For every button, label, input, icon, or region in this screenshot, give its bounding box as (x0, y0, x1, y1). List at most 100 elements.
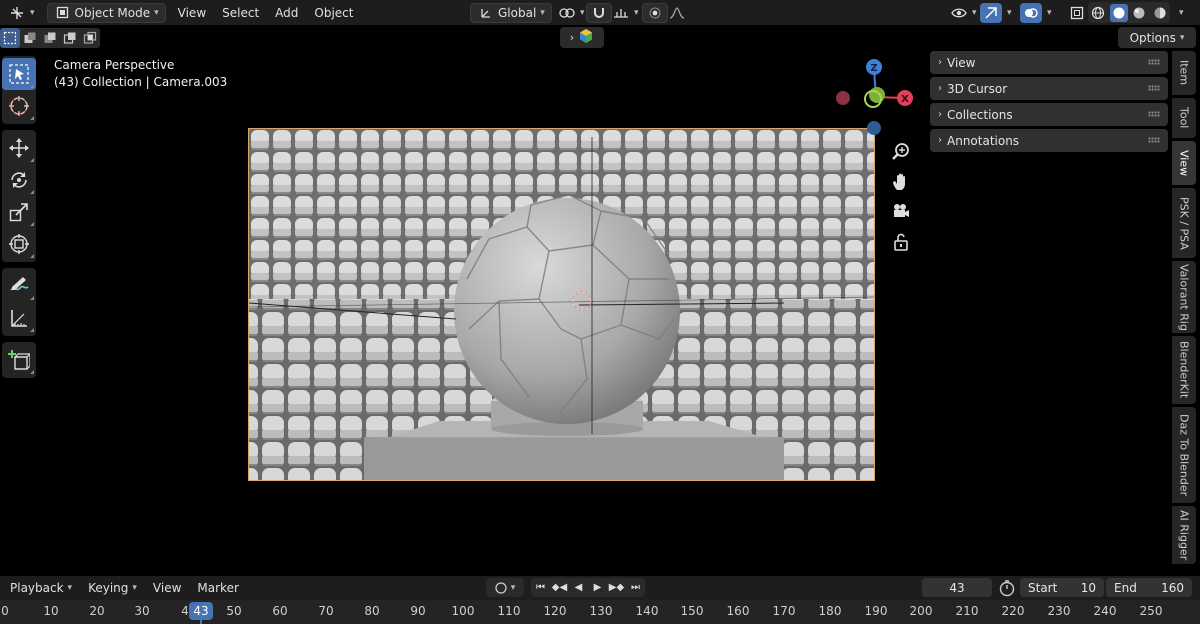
editor-type-button[interactable]: ▾ (2, 3, 41, 23)
snap-target-button[interactable]: ▾ (606, 3, 645, 23)
play-reverse-icon[interactable]: ◀ (569, 578, 588, 597)
tab-label: View (1177, 149, 1191, 177)
gizmos-toggle[interactable] (980, 2, 1002, 23)
cube-addon-icon (578, 28, 594, 47)
wireframe-shading-icon[interactable] (1089, 4, 1107, 22)
menu-add[interactable]: Add (269, 3, 304, 23)
tab-blenderkit[interactable]: BlenderKit (1172, 336, 1196, 404)
material-shading-icon[interactable] (1130, 4, 1148, 22)
camera-icon (894, 204, 909, 217)
playhead[interactable]: 43 (189, 602, 213, 620)
camera-view-button[interactable] (888, 198, 914, 226)
drag-grip-icon[interactable] (1148, 85, 1160, 91)
tab-view[interactable]: View (1172, 141, 1196, 185)
options-button[interactable]: Options ▾ (1118, 27, 1196, 48)
shading-dropdown[interactable]: ▾ (1172, 3, 1187, 23)
frame-tick: 190 (864, 604, 888, 618)
select-extend-icon[interactable] (20, 28, 40, 48)
menu-timeline-view[interactable]: View (147, 578, 187, 598)
overlays-toggle[interactable] (1020, 2, 1042, 23)
solid-shading-icon[interactable] (1109, 3, 1128, 22)
select-invert-icon[interactable] (60, 28, 80, 48)
menu-view[interactable]: View (172, 3, 212, 23)
transform-tool[interactable] (2, 228, 36, 260)
tab-psk-psa[interactable]: PSK / PSA (1172, 188, 1196, 258)
jump-to-start-icon[interactable]: ⏮ (531, 578, 550, 597)
y-axis-icon[interactable] (869, 87, 885, 103)
frame-tick: 50 (226, 604, 242, 618)
overlays-dropdown[interactable]: ▾ (1040, 3, 1055, 23)
panel-3d-cursor[interactable]: › 3D Cursor (930, 77, 1168, 100)
lock-view-button[interactable] (888, 228, 914, 256)
drag-grip-icon[interactable] (1148, 137, 1160, 143)
frame-tick: 80 (364, 604, 380, 618)
xray-icon (1068, 4, 1086, 22)
viewport-header: ▾ Object Mode ▾ View Select Add Object G… (0, 0, 1200, 25)
scale-icon (9, 203, 28, 222)
panel-annotations[interactable]: › Annotations (930, 129, 1168, 152)
navigation-gizmo[interactable]: Z X (830, 55, 920, 135)
tab-label: BlenderKit (1177, 341, 1191, 399)
scene-render (249, 129, 874, 480)
transform-orientation-selector[interactable]: Global ▾ (470, 2, 552, 23)
scale-tool[interactable] (2, 196, 36, 228)
panel-view[interactable]: › View (930, 51, 1168, 74)
start-frame-field[interactable]: Start 10 (1020, 578, 1104, 597)
cursor-tool[interactable] (2, 90, 36, 122)
tab-label: PSK / PSA (1177, 196, 1191, 250)
eye-icon (950, 4, 968, 22)
menu-select[interactable]: Select (216, 3, 265, 23)
tab-tool[interactable]: Tool (1172, 98, 1196, 138)
frame-tick: 0 (1, 604, 9, 618)
timeline-ruler[interactable]: 0 10 20 30 4 50 60 70 80 90 100 110 120 … (0, 600, 1200, 624)
jump-to-end-icon[interactable]: ⏭ (626, 578, 645, 597)
pivot-point-button[interactable]: ▾ (552, 3, 591, 23)
tab-ai-rigger[interactable]: AI Rigger (1172, 506, 1196, 564)
select-intersect-icon[interactable] (80, 28, 100, 48)
mode-selector[interactable]: Object Mode ▾ (46, 2, 166, 23)
menu-object[interactable]: Object (308, 3, 359, 23)
zoom-button[interactable] (888, 138, 914, 166)
jump-to-keyframe-next-icon[interactable]: ▶◆ (607, 578, 626, 597)
frame-tick: 200 (909, 604, 933, 618)
drag-grip-icon[interactable] (1148, 59, 1160, 65)
rendered-shading-icon[interactable] (1151, 4, 1169, 22)
gizmo-popover-button[interactable]: › (560, 27, 604, 48)
drag-grip-icon[interactable] (1148, 111, 1160, 117)
frame-tick: 170 (772, 604, 796, 618)
menu-playback[interactable]: Playback ▾ (4, 578, 78, 598)
jump-to-keyframe-prev-icon[interactable]: ◆◀ (550, 578, 569, 597)
negative-x-axis-icon[interactable] (836, 91, 850, 105)
menu-marker[interactable]: Marker (191, 578, 244, 598)
zoom-magnifier-icon (892, 143, 909, 160)
negative-z-axis-icon[interactable] (867, 121, 881, 135)
measure-tool[interactable] (2, 302, 36, 334)
select-new-icon[interactable] (0, 28, 20, 48)
tab-valorant-rig[interactable]: Valorant Rig (1172, 261, 1196, 333)
end-frame-field[interactable]: End 160 (1106, 578, 1192, 597)
tab-item[interactable]: Item (1172, 51, 1196, 95)
sidebar-tabs: Item Tool View PSK / PSA Valorant Rig Bl… (1172, 51, 1196, 567)
shading-mode-group (1088, 2, 1170, 23)
playback-controls: ⏮ ◆◀ ◀ ▶ ▶◆ ⏭ (531, 578, 645, 597)
current-frame-field[interactable]: 43 (922, 578, 992, 597)
annotate-tool[interactable] (2, 270, 36, 302)
move-tool[interactable] (2, 132, 36, 164)
add-cube-tool[interactable] (2, 344, 36, 376)
tab-daz-to-blender[interactable]: Daz To Blender (1172, 407, 1196, 503)
falloff-button[interactable] (662, 3, 692, 23)
auto-keying-toggle[interactable]: ▾ (486, 578, 524, 597)
select-box-tool[interactable] (2, 58, 36, 90)
gizmos-dropdown[interactable]: ▾ (1000, 3, 1015, 23)
play-icon[interactable]: ▶ (588, 578, 607, 597)
stopwatch-icon[interactable] (998, 579, 1016, 597)
panel-collections[interactable]: › Collections (930, 103, 1168, 126)
select-subtract-icon[interactable] (40, 28, 60, 48)
panel-label: Annotations (947, 133, 1020, 148)
rotate-tool[interactable] (2, 164, 36, 196)
menu-keying[interactable]: Keying ▾ (82, 578, 143, 598)
pan-button[interactable] (888, 168, 914, 196)
xray-toggle[interactable] (1066, 3, 1088, 23)
visibility-button[interactable]: ▾ (944, 3, 983, 23)
camera-view[interactable] (248, 128, 875, 481)
